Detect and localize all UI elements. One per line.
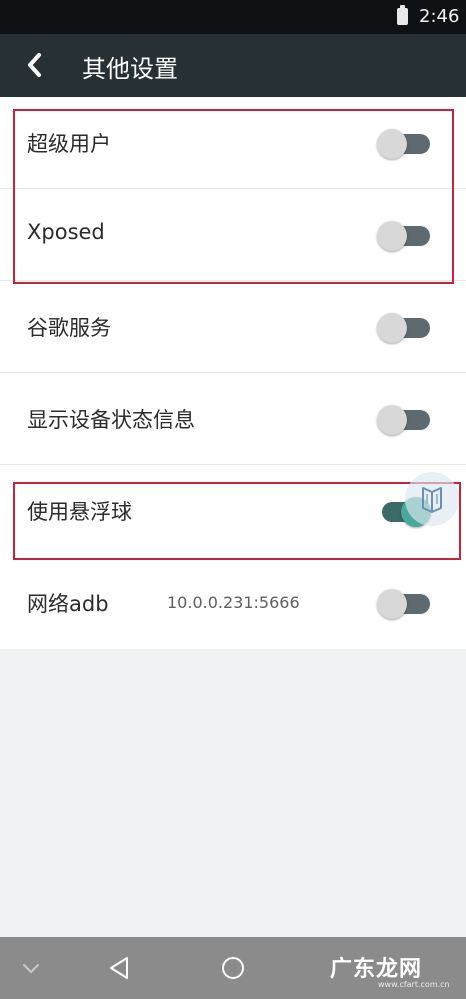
toggle-thumb bbox=[377, 313, 407, 343]
page-title: 其他设置 bbox=[82, 55, 178, 83]
highlight-box-superuser-xposed bbox=[13, 109, 454, 284]
setting-row-network-adb[interactable]: 网络adb 10.0.0.231:5666 bbox=[0, 557, 466, 649]
adb-address: 10.0.0.231:5666 bbox=[167, 593, 300, 612]
setting-label: 显示设备状态信息 bbox=[27, 408, 195, 432]
highlight-box-floating-ball bbox=[13, 482, 461, 560]
watermark-url: www.cfart.com.cn bbox=[378, 980, 450, 989]
nav-back-icon[interactable] bbox=[106, 954, 134, 982]
status-bar: 2:46 bbox=[0, 0, 466, 34]
floating-ball-book-icon bbox=[422, 487, 442, 513]
google-services-toggle[interactable] bbox=[377, 313, 433, 343]
device-status-toggle[interactable] bbox=[377, 405, 433, 435]
status-time: 2:46 bbox=[419, 6, 460, 27]
app-bar: 其他设置 bbox=[0, 34, 466, 97]
setting-row-device-status[interactable]: 显示设备状态信息 bbox=[0, 373, 466, 465]
battery-icon bbox=[397, 5, 408, 25]
setting-label: 谷歌服务 bbox=[27, 316, 111, 340]
floating-ball[interactable] bbox=[405, 472, 459, 526]
setting-row-google-services[interactable]: 谷歌服务 bbox=[0, 281, 466, 373]
network-adb-toggle[interactable] bbox=[377, 589, 433, 619]
toggle-thumb bbox=[377, 405, 407, 435]
setting-label: 网络adb bbox=[27, 592, 109, 616]
nav-home-icon[interactable] bbox=[219, 954, 247, 982]
back-arrow-icon[interactable] bbox=[22, 48, 52, 82]
toggle-thumb bbox=[377, 589, 407, 619]
watermark-text: 广东龙网 bbox=[330, 957, 423, 982]
nav-collapse-chevron-icon[interactable] bbox=[18, 957, 44, 979]
